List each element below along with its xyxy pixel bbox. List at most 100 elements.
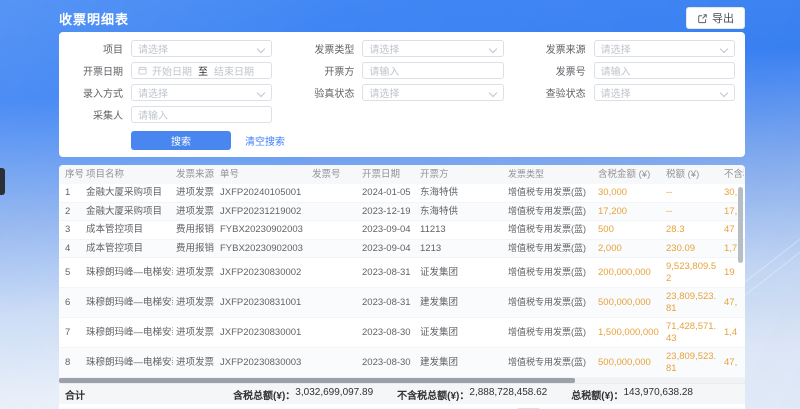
horizontal-scrollbar-thumb[interactable] [59,378,575,383]
cell-net_clipped: 1,4 [721,324,744,342]
invoice-no-input-placeholder: 请输入 [601,63,728,78]
cell-type: 增值税专用发票(蓝) [505,324,595,342]
cell-invoice_no [309,190,359,196]
cell-order_no: JXFP20230830002 [217,264,309,282]
cell-type: 增值税专用发票(蓝) [505,264,595,282]
filter-project: 项目 请选择 [67,40,272,57]
cell-seq: 4 [59,240,83,258]
cell-invoice_no [309,245,359,251]
invoice-source-select[interactable]: 请选择 [594,40,735,57]
cell-seq: 6 [59,294,83,312]
cell-order_no: JXFP20230831001 [217,294,309,312]
cell-tax: 23,809,523.81 [663,348,721,377]
column-header-date: 开票日期 [359,165,417,184]
clear-search-link[interactable]: 清空搜索 [245,133,285,148]
cell-source: 费用报销 [173,240,217,258]
total-tax-label: 总税额(¥)： [571,387,623,402]
search-button[interactable]: 搜索 [131,131,231,150]
left-edge-drawer-handle[interactable] [0,168,5,195]
filter-invoice-source: 发票来源 请选择 [530,40,735,57]
cell-order_no: JXFP20231219002 [217,203,309,221]
cell-amount_with_tax: 30,000 [595,184,663,202]
filter-invoice-no: 发票号 请输入 [530,62,735,79]
vertical-scrollbar-thumb[interactable] [738,187,743,263]
total-without-tax-value: 2,888,728,458.62 [469,387,547,402]
total-with-tax-label: 含税总额(¥)： [233,387,295,402]
column-header-type: 发票类型 [505,165,595,184]
cell-date: 2024-01-05 [359,184,417,202]
entry-method-select[interactable]: 请选择 [131,84,272,101]
filter-check-status: 查验状态 请选择 [530,84,735,101]
cell-source: 进项发票 [173,294,217,312]
filter-verify-status-label: 验真状态 [298,85,354,100]
invoice-no-input[interactable]: 请输入 [594,62,735,79]
main-content: 收票明细表 导出 项目 请选择 发票类型 [59,6,745,409]
cell-seq: 8 [59,354,83,372]
start-date-placeholder: 开始日期 [152,63,192,78]
cell-tax: 23,809,523.81 [663,288,721,317]
invoice-date-range-picker[interactable]: 开始日期 至 结束日期 [131,62,272,79]
verify-status-select[interactable]: 请选择 [362,84,503,101]
cell-type: 增值税专用发票(蓝) [505,184,595,202]
cell-date: 2023-08-31 [359,294,417,312]
filter-collector: 采集人 请输入 [67,106,272,123]
filter-entry-method-label: 录入方式 [67,85,123,100]
pagination: 共 142 条 123456···8 前往 页 [59,404,745,409]
table-row: 7珠穆朗玛峰—电梯安装进项发票JXFP202308300012023-08-30… [59,318,745,348]
cell-type: 增值税专用发票(蓝) [505,354,595,372]
export-icon [697,13,708,24]
filter-invoice-date-label: 开票日期 [67,63,123,78]
cell-issuer: 1213 [417,240,505,258]
cell-type: 增值税专用发票(蓝) [505,294,595,312]
cell-amount_with_tax: 200,000,000 [595,264,663,282]
totals-row: 合计 含税总额(¥)： 3,032,699,097.89 不含税总额(¥)： 2… [59,383,745,404]
collector-input[interactable]: 请输入 [131,106,272,123]
export-button[interactable]: 导出 [686,7,745,29]
end-date-placeholder: 结束日期 [214,63,265,78]
cell-seq: 1 [59,184,83,202]
check-status-select[interactable]: 请选择 [594,84,735,101]
cell-source: 进项发票 [173,184,217,202]
invoice-type-select[interactable]: 请选择 [362,40,503,57]
horizontal-scrollbar-track[interactable] [59,378,745,383]
cell-issuer: 11213 [417,221,505,239]
column-header-project: 项目名称 [83,165,173,184]
total-tax: 总税额(¥)： 143,970,638.28 [571,387,693,402]
cell-date: 2023-09-04 [359,240,417,258]
cell-seq: 2 [59,203,83,221]
cell-net_clipped: 19 [721,264,744,282]
cell-date: 2023-08-31 [359,264,417,282]
table-row: 1金融大厦采购项目进项发票JXFP202401050012024-01-05东海… [59,184,745,203]
cell-seq: 5 [59,264,83,282]
filter-invoice-date: 开票日期 开始日期 至 结束日期 [67,62,272,79]
table-row: 8珠穆朗玛峰—电梯安装进项发票JXFP202308300032023-08-30… [59,348,745,378]
cell-amount_with_tax: 500,000,000 [595,354,663,372]
column-header-tax: 税额 (¥) [663,165,721,184]
cell-source: 费用报销 [173,221,217,239]
cell-project: 成本管控项目 [83,240,173,258]
collector-input-placeholder: 请输入 [138,107,265,122]
filter-issuer: 开票方 请输入 [298,62,503,79]
filter-panel: 项目 请选择 发票类型 请选择 发票来源 请选择 [59,32,745,157]
cell-amount_with_tax: 17,200 [595,203,663,221]
cell-amount_with_tax: 500,000,000 [595,294,663,312]
cell-tax: 28.3 [663,221,721,239]
filter-invoice-type-label: 发票类型 [298,41,354,56]
cell-invoice_no [309,208,359,214]
cell-invoice_no [309,300,359,306]
cell-source: 进项发票 [173,264,217,282]
total-tax-value: 143,970,638.28 [623,387,693,402]
cell-tax: 71,428,571.43 [663,318,721,347]
cell-order_no: FYBX20230902003 [217,221,309,239]
table-row: 4成本管控项目费用报销FYBX202309020032023-09-041213… [59,240,745,259]
issuer-input[interactable]: 请输入 [362,62,503,79]
cell-source: 进项发票 [173,203,217,221]
cell-project: 珠穆朗玛峰—电梯安装 [83,264,173,282]
project-select[interactable]: 请选择 [131,40,272,57]
cell-tax: 230.09 [663,240,721,258]
filter-project-label: 项目 [67,41,123,56]
verify-status-select-placeholder: 请选择 [369,85,489,100]
table-body: 1金融大厦采购项目进项发票JXFP202401050012024-01-05东海… [59,184,745,378]
cell-invoice_no [309,330,359,336]
filter-issuer-label: 开票方 [298,63,354,78]
